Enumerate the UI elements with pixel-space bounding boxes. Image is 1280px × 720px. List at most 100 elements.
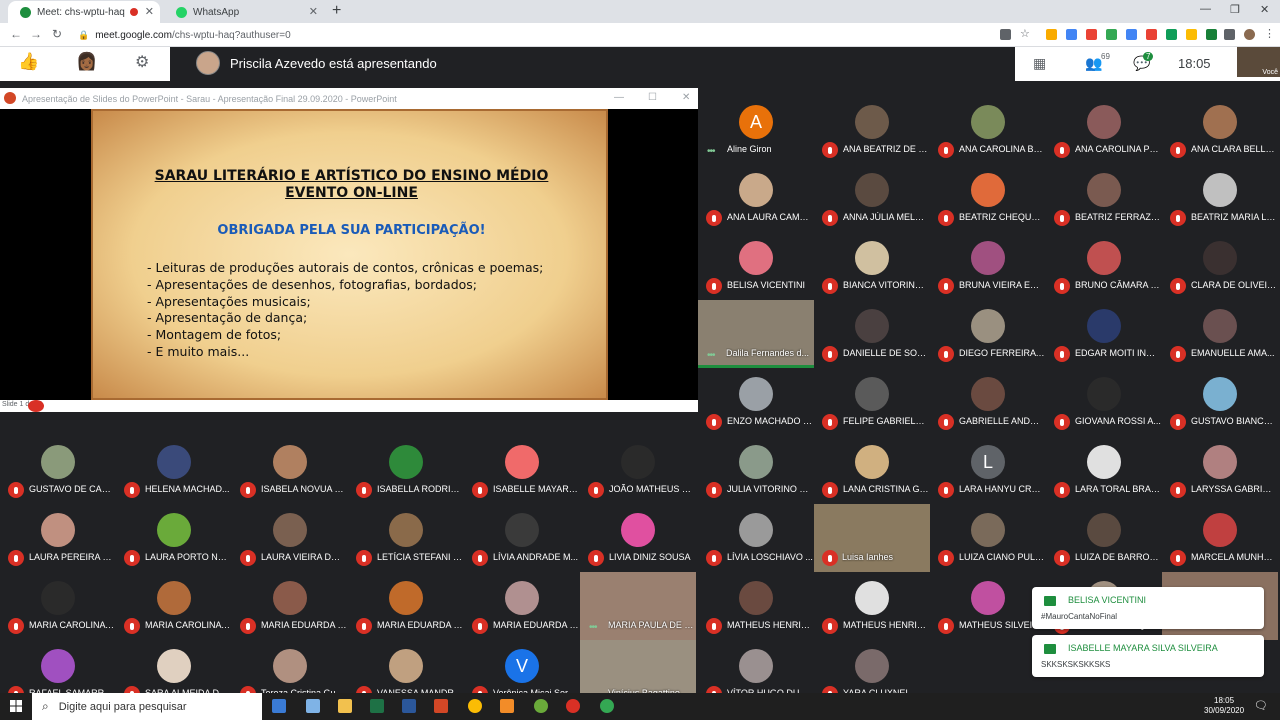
forward-icon[interactable]: → — [30, 27, 42, 41]
participant-tile[interactable]: Luisa Ianhes — [814, 504, 930, 572]
file-explorer-icon[interactable] — [338, 699, 352, 713]
extensions-puzzle-icon[interactable] — [1224, 29, 1235, 40]
star-icon[interactable]: ☆ — [1020, 27, 1031, 40]
participant-tile[interactable]: BELISA VICENTINI — [698, 232, 814, 300]
participant-tile[interactable]: LUIZA DE BARROS ... — [1046, 504, 1162, 572]
participant-tile[interactable]: LUIZA CIANO PULC... — [930, 504, 1046, 572]
participant-tile[interactable]: GUSTAVO BIANCHI... — [1162, 368, 1278, 436]
url-field[interactable]: 🔒 meet.google.com /chs-wptu-haq?authuser… — [78, 27, 291, 43]
participant-tile[interactable]: DANIELLE DE SOU... — [814, 300, 930, 368]
excel-icon[interactable] — [370, 699, 384, 713]
participant-tile[interactable]: EDGAR MOITI INOK... — [1046, 300, 1162, 368]
participant-tile[interactable]: BEATRIZ CHEQUE ... — [930, 164, 1046, 232]
notifications-icon[interactable]: 🗨 — [1254, 699, 1268, 713]
participant-tile[interactable]: BEATRIZ MARIA LA... — [1162, 164, 1278, 232]
word-icon[interactable] — [402, 699, 416, 713]
participant-tile[interactable]: ENZO MACHADO B... — [698, 368, 814, 436]
participant-tile[interactable]: ANA LAURA CAMA... — [698, 164, 814, 232]
participant-tile[interactable]: ANA CAROLINA BE... — [930, 96, 1046, 164]
participant-tile[interactable]: ANA BEATRIZ DE O... — [814, 96, 930, 164]
extension-icon[interactable] — [1126, 29, 1137, 40]
app-icon[interactable] — [534, 699, 548, 713]
people-icon[interactable]: 👥 — [1085, 55, 1102, 72]
chrome-icon[interactable] — [468, 699, 482, 713]
participant-tile[interactable]: LÍVIA ANDRADE M... — [464, 504, 580, 572]
grid-layout-icon[interactable]: ▦ — [1033, 55, 1046, 72]
participant-tile[interactable]: HELENA MACHAD... — [116, 436, 232, 504]
participant-tile[interactable]: MATHEUS SILVEI... — [930, 572, 1046, 640]
participant-tile[interactable]: EMANUELLE AMA... — [1162, 300, 1278, 368]
participant-tile[interactable]: MARIA CAROLINA ... — [0, 572, 116, 640]
app-icon[interactable] — [566, 699, 580, 713]
participant-tile[interactable]: ISABELLE MAYARA... — [464, 436, 580, 504]
participant-tile[interactable]: LÍVIA LOSCHIAVO ... — [698, 504, 814, 572]
extension-icon[interactable] — [1146, 29, 1157, 40]
participant-tile[interactable]: MATHEUS HENRIQ... — [814, 572, 930, 640]
new-tab-icon[interactable]: + — [332, 2, 341, 20]
participant-tile[interactable]: A ••• Aline Giron — [698, 96, 814, 164]
app-icon[interactable] — [306, 699, 320, 713]
participant-tile[interactable]: BRUNA VIEIRA EST... — [930, 232, 1046, 300]
maximize-icon[interactable]: ❐ — [1230, 3, 1240, 16]
participant-tile[interactable]: GABRIELLE ANDRA... — [930, 368, 1046, 436]
extension-icon[interactable] — [1086, 29, 1097, 40]
extension-icon[interactable] — [1166, 29, 1177, 40]
participant-tile[interactable]: BIANCA VITORINO ... — [814, 232, 930, 300]
tab-meet[interactable]: Meet: chs-wptu-haq ✕ — [8, 1, 160, 23]
extension-icon[interactable] — [1046, 29, 1057, 40]
back-icon[interactable]: ← — [10, 27, 22, 41]
chrome-active-icon[interactable] — [600, 699, 614, 713]
extension-icon[interactable] — [1106, 29, 1117, 40]
participant-tile[interactable]: JULIA VITORINO D... — [698, 436, 814, 504]
participant-tile[interactable]: LARA TORAL BRAGA — [1046, 436, 1162, 504]
participant-tile[interactable]: JOÃO MATHEUS C... — [580, 436, 696, 504]
participant-tile[interactable]: ••• MARIA PAULA DE S... — [580, 572, 696, 640]
participant-tile[interactable]: MATHEUS HENRIQ... — [698, 572, 814, 640]
participant-tile[interactable]: MARIA EDUARDA S... — [348, 572, 464, 640]
extension-icon[interactable] — [1066, 29, 1077, 40]
participant-tile[interactable]: LAURA VIEIRA DOS... — [232, 504, 348, 572]
participant-tile[interactable]: LETÍCIA STEFANI P... — [348, 504, 464, 572]
menu-kebab-icon[interactable]: ⋮ — [1264, 27, 1275, 40]
participant-tile[interactable]: MARIA CAROLINA ... — [116, 572, 232, 640]
participant-tile[interactable]: BEATRIZ FERRAZ D... — [1046, 164, 1162, 232]
windows-start-icon[interactable] — [10, 700, 22, 712]
participant-tile[interactable]: DIEGO FERREIRA D... — [930, 300, 1046, 368]
participant-tile[interactable]: ISABELA NOVUA D... — [232, 436, 348, 504]
taskbar-search-input[interactable]: ⌕ Digite aqui para pesquisar — [32, 693, 262, 720]
extension-icon[interactable] — [1186, 29, 1197, 40]
participant-tile[interactable]: MARIA EDUARDA D... — [232, 572, 348, 640]
powerpoint-icon[interactable] — [434, 699, 448, 713]
tab-whatsapp[interactable]: WhatsApp ✕ — [164, 1, 324, 23]
profile-avatar[interactable] — [1244, 29, 1255, 40]
close-tab-icon[interactable]: ✕ — [309, 5, 318, 18]
chat-notification[interactable]: BELISA VICENTINI #MauroCantaNoFinal — [1032, 587, 1264, 629]
participant-tile[interactable]: ANA CLARA BELLE... — [1162, 96, 1278, 164]
chat-notification[interactable]: ISABELLE MAYARA SILVA SILVEIRA SKKSKSKSK… — [1032, 635, 1264, 677]
self-view[interactable]: Você — [1237, 47, 1280, 77]
participant-tile[interactable]: MARCELA MUNHO... — [1162, 504, 1278, 572]
participant-tile[interactable]: CLARA DE OLIVEIR... — [1162, 232, 1278, 300]
participant-tile[interactable]: GUSTAVO DE CAM... — [0, 436, 116, 504]
participant-tile[interactable]: LAURA PORTO NA... — [116, 504, 232, 572]
participant-tile[interactable]: LAURA PEREIRA D... — [0, 504, 116, 572]
calculator-app-icon[interactable] — [272, 699, 286, 713]
participant-tile[interactable]: ISABELLA RODRIG... — [348, 436, 464, 504]
participant-tile[interactable]: MARIA EDUARDA S... — [464, 572, 580, 640]
camera-permission-icon[interactable] — [1000, 29, 1011, 40]
close-tab-icon[interactable]: ✕ — [145, 5, 154, 18]
thumbs-up-icon[interactable]: 👍 — [18, 52, 39, 72]
participant-tile[interactable]: GIOVANA ROSSI A... — [1046, 368, 1162, 436]
participant-tile[interactable]: L LARA HANYU CRE... — [930, 436, 1046, 504]
participant-tile[interactable]: ANA CAROLINA PO... — [1046, 96, 1162, 164]
vlc-icon[interactable] — [500, 699, 514, 713]
participant-tile[interactable]: LIVIA DINIZ SOUSA — [580, 504, 696, 572]
participant-tile[interactable]: ••• Dalila Fernandes d... — [698, 300, 814, 368]
minimize-icon[interactable]: — — [1200, 3, 1211, 15]
extension-icon[interactable] — [1206, 29, 1217, 40]
participant-tile[interactable]: BRUNO CÂMARA L... — [1046, 232, 1162, 300]
close-window-icon[interactable]: ✕ — [1260, 3, 1269, 16]
gear-icon[interactable]: ⚙ — [135, 52, 149, 72]
avatar-extension-icon[interactable]: 👩🏾 — [76, 52, 97, 72]
participant-tile[interactable]: ANNA JÚLIA MELO... — [814, 164, 930, 232]
